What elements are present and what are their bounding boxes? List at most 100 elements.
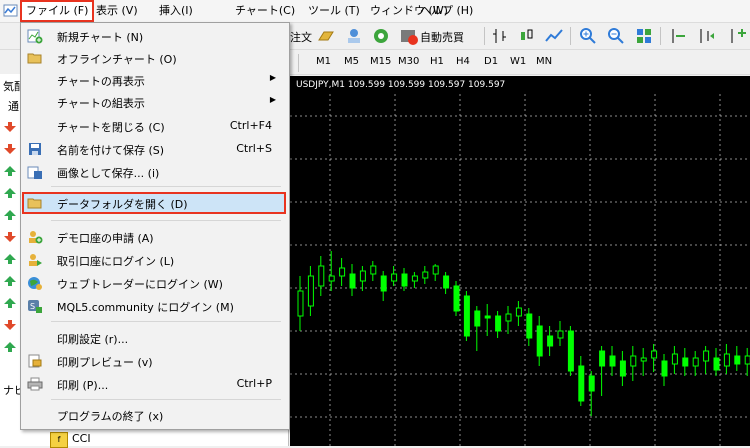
candle-body — [339, 267, 346, 277]
candle-body — [401, 273, 408, 287]
bar-chart-icon[interactable] — [490, 26, 510, 46]
candle-body — [578, 365, 585, 402]
candle-body — [443, 275, 450, 289]
gold-bar-icon[interactable] — [316, 26, 336, 46]
menu-item-open-demo-account[interactable]: デモ口座の申請 (A) — [22, 226, 286, 248]
candle-body — [526, 313, 533, 339]
candle-body — [515, 307, 522, 317]
menu-item-label: 印刷 (P)... — [57, 379, 109, 392]
add-indicator-icon[interactable] — [728, 26, 748, 46]
candlestick-chart — [290, 94, 750, 446]
menu-help[interactable]: ヘルプ (H) — [420, 0, 473, 22]
timeframe-m1[interactable]: M1 — [316, 56, 331, 67]
menu-tools[interactable]: ツール (T) — [308, 0, 360, 22]
auto-trade-label[interactable]: 自動売買 — [420, 29, 464, 45]
login-icon — [29, 254, 42, 266]
timeframe-h4[interactable]: H4 — [456, 56, 470, 67]
menu-file[interactable]: ファイル (F) — [20, 0, 95, 22]
menu-item-new-chart[interactable]: 新規チャート (N) — [22, 25, 286, 47]
menu-item-offline-chart[interactable]: オフラインチャート (O) — [22, 47, 286, 69]
candle-body — [567, 330, 574, 372]
tile-windows-icon[interactable] — [634, 26, 654, 46]
menu-item-label: 新規チャート (N) — [57, 31, 144, 44]
tab-symbols[interactable]: 通 — [8, 98, 19, 114]
timeframe-d1[interactable]: D1 — [484, 56, 498, 67]
menu-item-label: 印刷プレビュー (v) — [57, 356, 153, 369]
menu-item-save-as-picture[interactable]: 画像として保存... (i) — [22, 161, 286, 183]
candle-body — [557, 330, 564, 339]
candle-body — [703, 350, 710, 362]
menu-item-login-web-trader[interactable]: ウェブトレーダーにログイン (W) — [22, 272, 286, 294]
zoom-in-icon[interactable] — [578, 26, 598, 46]
menu-item-shortcut: Ctrl+F4 — [229, 119, 272, 132]
chart-window[interactable]: USDJPY,M1 109.599 109.599 109.597 109.59… — [290, 76, 750, 446]
menu-item-print[interactable]: 印刷 (P)... Ctrl+P — [22, 373, 286, 395]
candle-body — [588, 375, 595, 392]
menu-item-label: デモ口座の申請 (A) — [57, 232, 154, 245]
candle-body — [422, 271, 429, 279]
menu-insert[interactable]: 挿入(I) — [159, 0, 193, 22]
zoom-out-icon[interactable] — [606, 26, 626, 46]
menu-item-label: 名前を付けて保存 (S) — [57, 144, 165, 157]
menu-item-label: チャートの再表示 — [57, 75, 145, 88]
folder-open-icon — [27, 53, 42, 64]
menu-item-exit[interactable]: プログラムの終了 (x) — [22, 404, 286, 426]
menu-item-label: ウェブトレーダーにログイン (W) — [57, 278, 223, 291]
menu-item-reopen-chart[interactable]: チャートの再表示 ▶ — [22, 69, 286, 91]
menu-item-save-as[interactable]: 名前を付けて保存 (S) Ctrl+S — [22, 138, 286, 160]
timeframe-h1[interactable]: H1 — [430, 56, 444, 67]
submenu-arrow-icon: ▶ — [269, 73, 276, 82]
menu-item-close-chart[interactable]: チャートを閉じる (C) Ctrl+F4 — [22, 115, 286, 137]
menu-chart[interactable]: チャート(C) — [235, 0, 295, 22]
candle-body — [349, 273, 356, 289]
candle-body — [682, 357, 689, 367]
timeframe-m5[interactable]: M5 — [344, 56, 359, 67]
candle-body — [370, 265, 377, 275]
candle-body — [692, 357, 699, 367]
menu-item-label: チャートを閉じる (C) — [57, 121, 165, 134]
chart-shift-icon[interactable] — [668, 26, 688, 46]
menu-item-open-data-folder[interactable]: データフォルダを開く (D) — [22, 192, 286, 214]
autoscroll-icon[interactable] — [696, 26, 716, 46]
candle-body — [619, 360, 626, 377]
menu-item-print-setup[interactable]: 印刷設定 (r)... — [22, 327, 286, 349]
up-arrow-icon — [4, 254, 16, 264]
candle-body — [713, 357, 720, 371]
toolbar-separator — [484, 27, 485, 45]
timeframe-w1[interactable]: W1 — [510, 56, 526, 67]
menu-view[interactable]: 表示 (V) — [96, 0, 138, 22]
timeframe-mn[interactable]: MN — [536, 56, 552, 67]
new-order-label[interactable]: 注文 — [290, 29, 312, 45]
menu-item-label: チャートの組表示 — [57, 97, 145, 110]
auto-trade-icon[interactable] — [399, 26, 419, 46]
menu-item-label: 印刷設定 (r)... — [57, 333, 129, 346]
web-trader-icon — [28, 277, 42, 290]
new-chart-icon — [27, 29, 43, 44]
menu-item-login-trade-account[interactable]: 取引口座にログイン (L) — [22, 249, 286, 271]
menu-separator — [51, 321, 281, 322]
svg-text:S: S — [30, 302, 35, 311]
line-chart-icon[interactable] — [544, 26, 564, 46]
candle-body — [391, 273, 398, 282]
menu-separator — [51, 220, 281, 221]
candlestick-icon[interactable] — [516, 26, 536, 46]
candle-body — [318, 265, 325, 287]
candle-body — [495, 315, 502, 332]
menu-item-label: 画像として保存... (i) — [57, 167, 160, 180]
toolbar-separator — [570, 27, 571, 45]
user-icon[interactable] — [344, 26, 364, 46]
candle-body — [661, 360, 668, 377]
menu-item-chart-profiles[interactable]: チャートの組表示 ▶ — [22, 91, 286, 113]
menu-separator — [51, 186, 281, 187]
candle-body — [328, 275, 335, 282]
menu-separator — [51, 399, 281, 400]
timeframe-m15[interactable]: M15 — [370, 56, 391, 67]
menu-item-login-mql5[interactable]: S MQL5.community にログイン (M) — [22, 295, 286, 317]
menu-item-print-preview[interactable]: 印刷プレビュー (v) — [22, 350, 286, 372]
signal-icon[interactable] — [371, 26, 391, 46]
menu-item-label: データフォルダを開く (D) — [57, 198, 188, 211]
print-preview-icon — [28, 354, 42, 368]
timeframe-m30[interactable]: M30 — [398, 56, 419, 67]
save-image-icon — [27, 166, 42, 179]
navigator-item-cci[interactable]: CCI — [72, 432, 91, 445]
